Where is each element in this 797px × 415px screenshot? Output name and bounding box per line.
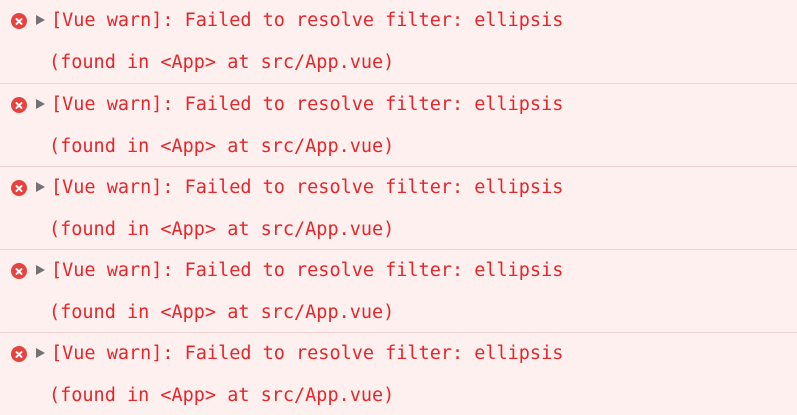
error-message[interactable]: [Vue warn]: Failed to resolve filter: el… (51, 92, 563, 118)
error-source-detail: (found in <App> at src/App.vue) (49, 52, 395, 73)
console-error-entry: [Vue warn]: Failed to resolve filter: el… (0, 0, 797, 83)
expand-triangle-icon[interactable] (36, 265, 45, 275)
error-x-icon (11, 13, 27, 29)
error-message[interactable]: [Vue warn]: Failed to resolve filter: el… (51, 8, 563, 34)
console-error-entry: [Vue warn]: Failed to resolve filter: el… (0, 83, 797, 166)
expand-triangle-icon[interactable] (36, 182, 45, 192)
error-x-icon (11, 346, 27, 362)
error-source-detail: (found in <App> at src/App.vue) (49, 302, 395, 323)
error-source-detail: (found in <App> at src/App.vue) (49, 385, 395, 406)
expand-triangle-icon[interactable] (36, 99, 45, 109)
console-error-entry: [Vue warn]: Failed to resolve filter: el… (0, 332, 797, 415)
expand-triangle-icon[interactable] (36, 348, 45, 358)
error-x-icon (11, 263, 27, 279)
error-x-icon (11, 97, 27, 113)
expand-triangle-icon[interactable] (36, 15, 45, 25)
console-error-entry: [Vue warn]: Failed to resolve filter: el… (0, 249, 797, 332)
error-source-detail: (found in <App> at src/App.vue) (49, 136, 395, 157)
console-error-entry: [Vue warn]: Failed to resolve filter: el… (0, 166, 797, 249)
console-panel: [Vue warn]: Failed to resolve filter: el… (0, 0, 797, 415)
error-message[interactable]: [Vue warn]: Failed to resolve filter: el… (51, 258, 563, 284)
error-message[interactable]: [Vue warn]: Failed to resolve filter: el… (51, 175, 563, 201)
error-source-detail: (found in <App> at src/App.vue) (49, 219, 395, 240)
error-message[interactable]: [Vue warn]: Failed to resolve filter: el… (51, 341, 563, 367)
error-x-icon (11, 180, 27, 196)
